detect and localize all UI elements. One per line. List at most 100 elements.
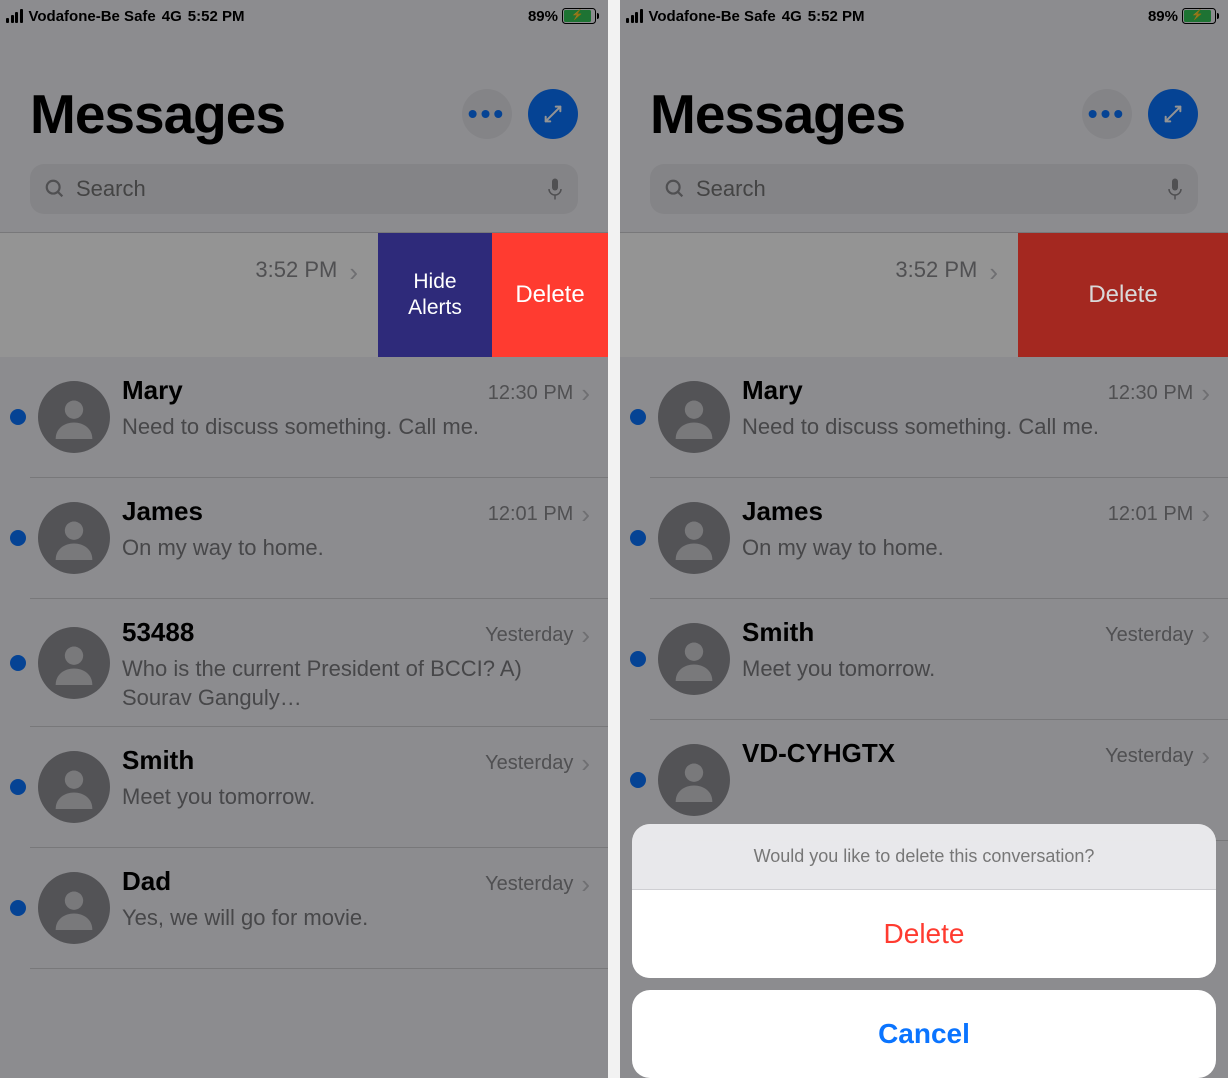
swiped-row-time: 3:52 PM bbox=[255, 257, 337, 283]
message-preview: On my way to home. bbox=[122, 530, 590, 563]
contact-name: Smith bbox=[742, 617, 814, 648]
battery-pct: 89% bbox=[528, 8, 558, 25]
conversation-row[interactable]: James 12:01 PM›On my way to home. bbox=[0, 478, 608, 598]
compose-icon bbox=[542, 103, 564, 125]
conversation-row[interactable]: Dad Yesterday›Yes, we will go for movie. bbox=[0, 848, 608, 968]
right-list: Mary12:30 PM›Need to discuss something. … bbox=[620, 357, 1228, 841]
swipe-delete-button[interactable]: Delete bbox=[1018, 233, 1228, 357]
avatar bbox=[658, 502, 730, 574]
message-preview: Yes, we will go for movie. bbox=[122, 900, 590, 933]
more-button[interactable]: ••• bbox=[1082, 89, 1132, 139]
signal-icon bbox=[626, 9, 643, 23]
page-header: Messages ••• bbox=[620, 32, 1228, 156]
conversation-row[interactable]: Mary12:30 PM›Need to discuss something. … bbox=[620, 357, 1228, 477]
conversation-row[interactable]: Smith Yesterday›Meet you tomorrow. bbox=[620, 599, 1228, 719]
sheet-cancel-button[interactable]: Cancel bbox=[632, 990, 1216, 1078]
avatar bbox=[38, 381, 110, 453]
message-preview bbox=[742, 772, 1210, 776]
avatar bbox=[38, 751, 110, 823]
search-icon bbox=[44, 178, 66, 200]
unread-dot-icon bbox=[630, 530, 646, 546]
sheet-prompt: Would you like to delete this conversati… bbox=[632, 824, 1216, 890]
action-sheet: Would you like to delete this conversati… bbox=[632, 824, 1216, 1078]
unread-dot-icon bbox=[10, 655, 26, 671]
unread-dot-icon bbox=[630, 772, 646, 788]
avatar bbox=[658, 381, 730, 453]
page-header: Messages ••• bbox=[0, 32, 608, 156]
message-time: Yesterday› bbox=[1105, 741, 1210, 772]
carrier-label: Vodafone-Be Safe bbox=[29, 8, 156, 25]
swipe-delete-button[interactable]: Delete bbox=[492, 233, 608, 357]
conversation-row[interactable]: Smith Yesterday›Meet you tomorrow. bbox=[0, 727, 608, 847]
compose-button[interactable] bbox=[1148, 89, 1198, 139]
conversation-row[interactable]: James12:01 PM›On my way to home. bbox=[620, 478, 1228, 598]
status-bar: Vodafone-Be Safe 4G 5:52 PM 89% ⚡ bbox=[620, 0, 1228, 32]
message-time: 12:01 PM› bbox=[488, 499, 590, 530]
page-title: Messages bbox=[650, 82, 905, 146]
phone-left: Vodafone-Be Safe 4G 5:52 PM 89% ⚡ Messag… bbox=[0, 0, 608, 1078]
compose-button[interactable] bbox=[528, 89, 578, 139]
chevron-icon: › bbox=[1201, 620, 1210, 651]
avatar bbox=[658, 623, 730, 695]
sheet-delete-button[interactable]: Delete bbox=[632, 890, 1216, 978]
swiped-conversation-row[interactable]: 3:52 PM › Hide Alerts Delete bbox=[0, 233, 608, 357]
status-bar: Vodafone-Be Safe 4G 5:52 PM 89% ⚡ bbox=[0, 0, 608, 32]
clock-label: 5:52 PM bbox=[808, 8, 865, 25]
avatar bbox=[38, 872, 110, 944]
search-icon bbox=[664, 178, 686, 200]
chevron-icon: › bbox=[581, 748, 590, 779]
carrier-label: Vodafone-Be Safe bbox=[649, 8, 776, 25]
message-time: Yesterday› bbox=[485, 620, 590, 651]
conversation-row[interactable]: Mary12:30 PM›Need to discuss something. … bbox=[0, 357, 608, 477]
contact-name: Mary bbox=[122, 375, 183, 406]
contact-name: James bbox=[122, 496, 203, 527]
swiped-conversation-row[interactable]: 3:52 PM › Delete bbox=[620, 233, 1228, 357]
chevron-icon: › bbox=[581, 869, 590, 900]
battery-icon: ⚡ bbox=[562, 8, 596, 24]
search-input[interactable] bbox=[696, 176, 1156, 202]
unread-dot-icon bbox=[10, 530, 26, 546]
clock-label: 5:52 PM bbox=[188, 8, 245, 25]
message-preview: Need to discuss something. Call me. bbox=[742, 409, 1210, 442]
message-time: Yesterday› bbox=[1105, 620, 1210, 651]
hide-alerts-button[interactable]: Hide Alerts bbox=[378, 233, 492, 357]
mic-icon[interactable] bbox=[1166, 177, 1184, 201]
page-title: Messages bbox=[30, 82, 285, 146]
contact-name: Dad bbox=[122, 866, 171, 897]
search-input[interactable] bbox=[76, 176, 536, 202]
chevron-icon: › bbox=[1201, 378, 1210, 409]
message-preview: Need to discuss something. Call me. bbox=[122, 409, 590, 442]
compose-icon bbox=[1162, 103, 1184, 125]
message-time: 12:01 PM› bbox=[1108, 499, 1210, 530]
contact-name: Mary bbox=[742, 375, 803, 406]
conversation-row[interactable]: 53488Yesterday›Who is the current Presid… bbox=[0, 599, 608, 726]
message-preview: Meet you tomorrow. bbox=[122, 779, 590, 812]
contact-name: James bbox=[742, 496, 823, 527]
phone-right: Vodafone-Be Safe 4G 5:52 PM 89% ⚡ Messag… bbox=[620, 0, 1228, 1078]
chevron-icon: › bbox=[349, 257, 358, 288]
message-time: Yesterday› bbox=[485, 748, 590, 779]
contact-name: VD-CYHGTX bbox=[742, 738, 895, 769]
chevron-icon: › bbox=[581, 499, 590, 530]
unread-dot-icon bbox=[630, 651, 646, 667]
contact-name: Smith bbox=[122, 745, 194, 776]
avatar bbox=[38, 502, 110, 574]
avatar bbox=[38, 627, 110, 699]
mic-icon[interactable] bbox=[546, 177, 564, 201]
unread-dot-icon bbox=[10, 409, 26, 425]
search-field[interactable] bbox=[30, 164, 578, 214]
avatar bbox=[658, 744, 730, 816]
message-preview: Meet you tomorrow. bbox=[742, 651, 1210, 684]
chevron-icon: › bbox=[1201, 741, 1210, 772]
more-button[interactable]: ••• bbox=[462, 89, 512, 139]
battery-pct: 89% bbox=[1148, 8, 1178, 25]
left-list: Mary12:30 PM›Need to discuss something. … bbox=[0, 357, 608, 969]
message-time: Yesterday› bbox=[485, 869, 590, 900]
chevron-icon: › bbox=[1201, 499, 1210, 530]
battery-icon: ⚡ bbox=[1182, 8, 1216, 24]
unread-dot-icon bbox=[10, 900, 26, 916]
chevron-icon: › bbox=[581, 378, 590, 409]
conversation-row[interactable]: VD-CYHGTX Yesterday› bbox=[620, 720, 1228, 840]
search-field[interactable] bbox=[650, 164, 1198, 214]
unread-dot-icon bbox=[10, 779, 26, 795]
